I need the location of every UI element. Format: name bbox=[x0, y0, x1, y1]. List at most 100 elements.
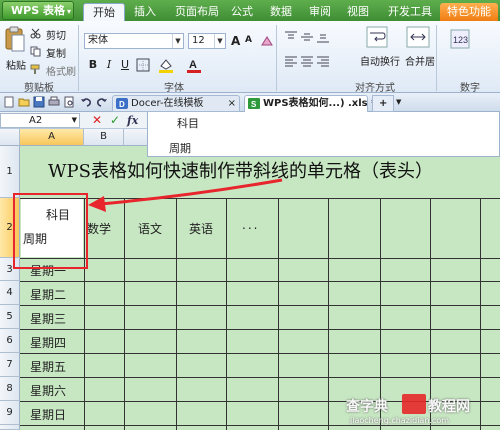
grid-line bbox=[176, 198, 177, 430]
paste-icon[interactable] bbox=[4, 25, 26, 55]
new-file-icon[interactable] bbox=[3, 96, 15, 108]
number-format-icon[interactable]: 123 bbox=[450, 29, 470, 49]
tab-formulas[interactable]: 公式 bbox=[226, 3, 258, 21]
font-size-select[interactable]: 12 ▼ bbox=[188, 33, 226, 49]
font-color-icon[interactable]: A bbox=[186, 57, 202, 73]
tab-page-layout[interactable]: 页面布局 bbox=[169, 3, 225, 21]
format-painter-icon[interactable] bbox=[30, 64, 41, 75]
tab-developer[interactable]: 开发工具 bbox=[382, 3, 438, 21]
bold-button[interactable]: B bbox=[86, 58, 100, 72]
borders-icon[interactable] bbox=[136, 58, 150, 72]
copy-icon[interactable] bbox=[30, 46, 41, 57]
watermark-brand: 查字典 bbox=[346, 399, 388, 415]
formula-edit-box[interactable]: 科目 周期 bbox=[147, 112, 500, 157]
chevron-down-icon[interactable]: ▼ bbox=[214, 34, 225, 48]
align-bottom-icon[interactable] bbox=[316, 31, 330, 43]
name-box[interactable]: A2 ▼ bbox=[0, 113, 80, 128]
row-header-1[interactable]: 1 bbox=[0, 146, 20, 198]
cut-button[interactable]: 剪切 bbox=[46, 27, 66, 42]
print-preview-icon[interactable] bbox=[63, 96, 75, 108]
align-middle-icon[interactable] bbox=[300, 31, 314, 43]
highlight-box bbox=[13, 193, 88, 269]
grid-line bbox=[20, 198, 500, 199]
day-label[interactable]: 星期四 bbox=[30, 334, 66, 351]
insert-function-button[interactable]: fx bbox=[127, 113, 138, 128]
chevron-down-icon[interactable]: ▼ bbox=[72, 114, 77, 127]
open-folder-icon[interactable] bbox=[18, 96, 30, 108]
column-header-a[interactable]: A bbox=[20, 129, 84, 146]
new-tab-button[interactable]: + bbox=[372, 95, 394, 112]
align-left-icon[interactable] bbox=[284, 55, 298, 67]
tab-home[interactable]: 开始 bbox=[83, 3, 125, 21]
italic-button[interactable]: I bbox=[102, 58, 116, 72]
row-header-10[interactable] bbox=[0, 425, 20, 430]
number-group-label: 数字 bbox=[460, 83, 480, 94]
tab-docer-templates[interactable]: D Docer-在线模板 × bbox=[112, 95, 240, 112]
wrap-text-button[interactable]: 自动换行 bbox=[360, 53, 400, 68]
divider bbox=[276, 25, 277, 91]
sheet-title: WPS表格如何快速制作带斜线的单元格（表头） bbox=[48, 161, 433, 182]
undo-icon[interactable] bbox=[80, 96, 92, 108]
cancel-edit-icon[interactable]: ✕ bbox=[92, 113, 102, 128]
tab-insert[interactable]: 插入 bbox=[129, 3, 161, 21]
copy-button[interactable]: 复制 bbox=[46, 45, 66, 60]
tab-view[interactable]: 视图 bbox=[342, 3, 374, 21]
clear-format-icon[interactable] bbox=[260, 34, 274, 48]
tab-special-features[interactable]: 特色功能 bbox=[440, 3, 498, 21]
grid-line bbox=[20, 258, 500, 259]
align-right-icon[interactable] bbox=[316, 55, 330, 67]
align-center-icon[interactable] bbox=[300, 55, 314, 67]
print-icon[interactable] bbox=[48, 96, 60, 108]
font-name-select[interactable]: 宋体 ▼ bbox=[84, 33, 184, 49]
divider bbox=[78, 25, 79, 91]
chevron-down-icon[interactable]: ▼ bbox=[394, 95, 406, 112]
row-header-9[interactable]: 9 bbox=[0, 401, 20, 425]
day-label[interactable]: 星期日 bbox=[30, 406, 66, 423]
close-icon[interactable]: × bbox=[228, 96, 236, 111]
redo-icon[interactable] bbox=[96, 96, 108, 108]
header-ellipsis[interactable]: ... bbox=[242, 218, 259, 232]
wrap-text-icon[interactable] bbox=[366, 26, 388, 48]
wps-app-menu-button[interactable]: WPS 表格 ▾ bbox=[2, 1, 74, 20]
grow-font-button[interactable]: A bbox=[231, 34, 240, 48]
shrink-font-button[interactable]: A bbox=[245, 35, 252, 45]
underline-button[interactable]: U bbox=[118, 58, 132, 72]
tab-data[interactable]: 数据 bbox=[265, 3, 297, 21]
align-top-icon[interactable] bbox=[284, 31, 298, 43]
day-label[interactable]: 星期二 bbox=[30, 286, 66, 303]
formula-line-2: 周期 bbox=[169, 142, 191, 155]
header-chinese[interactable]: 语文 bbox=[138, 220, 162, 237]
row-header-6[interactable]: 6 bbox=[0, 329, 20, 353]
column-header-b[interactable]: B bbox=[84, 129, 124, 146]
watermark-logo bbox=[402, 394, 426, 414]
row-header-8[interactable]: 8 bbox=[0, 377, 20, 401]
fill-color-icon[interactable] bbox=[158, 57, 174, 73]
header-math[interactable]: 数学 bbox=[87, 220, 111, 237]
tab-review[interactable]: 审阅 bbox=[304, 3, 336, 21]
header-english[interactable]: 英语 bbox=[189, 220, 213, 237]
row-header-4[interactable]: 4 bbox=[0, 281, 20, 305]
merge-center-icon[interactable] bbox=[406, 26, 430, 48]
save-icon[interactable] bbox=[33, 96, 45, 108]
confirm-edit-icon[interactable]: ✓ bbox=[110, 113, 120, 128]
day-label[interactable]: 星期五 bbox=[30, 358, 66, 375]
app-menu-label: WPS 表格 bbox=[11, 4, 65, 17]
spreadsheet-icon: S bbox=[248, 98, 260, 109]
day-label[interactable]: 星期三 bbox=[30, 310, 66, 327]
tab-workbook[interactable]: S WPS表格如何...) .xls * bbox=[244, 95, 376, 112]
font-name-value: 宋体 bbox=[88, 35, 108, 46]
merge-center-button[interactable]: 合并居 bbox=[405, 53, 435, 68]
chevron-down-icon[interactable]: ▼ bbox=[172, 34, 183, 48]
format-painter-button[interactable]: 格式刷 bbox=[46, 63, 76, 78]
clipboard-group-label: 剪贴板 bbox=[24, 83, 54, 94]
grid-line bbox=[20, 281, 500, 282]
watermark: 查字典 教程网 jiaocheng.chazidian.com bbox=[332, 384, 500, 430]
grid-line bbox=[124, 198, 125, 430]
select-all-corner[interactable] bbox=[0, 129, 20, 146]
day-label[interactable]: 星期六 bbox=[30, 382, 66, 399]
row-header-7[interactable]: 7 bbox=[0, 353, 20, 377]
row-header-5[interactable]: 5 bbox=[0, 305, 20, 329]
paste-label[interactable]: 粘贴 bbox=[6, 57, 26, 72]
font-size-value: 12 bbox=[192, 35, 205, 46]
scissors-icon[interactable] bbox=[30, 28, 41, 39]
